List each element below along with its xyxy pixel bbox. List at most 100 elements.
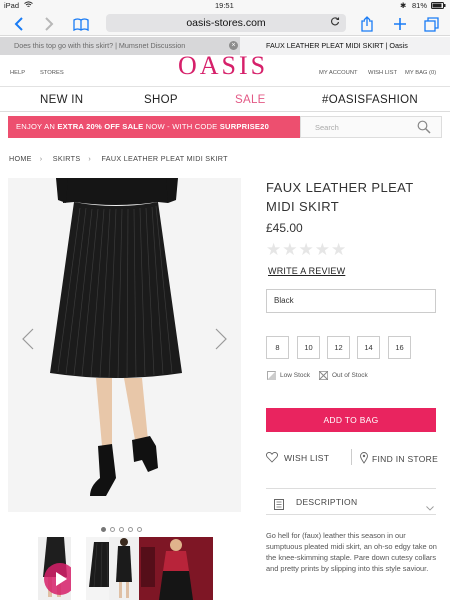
- wishlist-header-link[interactable]: WISH LIST: [368, 63, 397, 76]
- bag-label: MY BAG (0): [405, 70, 437, 76]
- star-icon: ★: [298, 240, 315, 259]
- tab-oasis[interactable]: FAUX LEATHER PLEAT MIDI SKIRT | Oasis: [240, 37, 450, 55]
- logo[interactable]: OASIS: [178, 51, 268, 81]
- device-label: iPad: [4, 1, 20, 10]
- size-option-8[interactable]: 8: [266, 336, 289, 359]
- nav-sale[interactable]: SALE: [235, 94, 266, 106]
- product-title: FAUX LEATHER PLEAT MIDI SKIRT: [266, 180, 414, 214]
- description-accordion[interactable]: DESCRIPTION: [266, 488, 436, 515]
- promo-code: SURPRISE20: [219, 122, 270, 131]
- share-icon[interactable]: [358, 15, 376, 33]
- description-label: DESCRIPTION: [296, 497, 358, 507]
- clock: 19:51: [215, 1, 234, 10]
- bookmarks-icon[interactable]: [72, 15, 90, 33]
- star-icon: ★: [314, 240, 331, 259]
- colour-select[interactable]: Black: [266, 289, 436, 313]
- prev-image-icon[interactable]: [22, 328, 34, 356]
- pagination-dot[interactable]: [110, 527, 115, 532]
- site-header: HELP STORES OASIS MY ACCOUNT WISH LIST M…: [0, 51, 450, 87]
- description-icon: [274, 497, 284, 515]
- bluetooth-icon: ✱: [400, 1, 407, 10]
- star-icon: ★: [282, 240, 299, 259]
- chevron-down-icon: [426, 498, 434, 516]
- breadcrumb-home[interactable]: HOME: [9, 154, 32, 163]
- close-tab-icon[interactable]: ×: [229, 41, 238, 50]
- new-tab-icon[interactable]: [391, 15, 409, 33]
- description-text: Go hell for (faux) leather this season i…: [266, 531, 437, 573]
- location-pin-icon: [360, 452, 368, 466]
- add-to-bag-button[interactable]: ADD TO BAG: [266, 408, 436, 432]
- rating-stars: ★★★★★: [266, 240, 347, 260]
- reload-icon[interactable]: [330, 14, 340, 32]
- pagination-dot[interactable]: [128, 527, 133, 532]
- skirt-model-image: [8, 178, 241, 512]
- help-link[interactable]: HELP: [10, 63, 25, 76]
- gallery-pagination: [101, 519, 146, 537]
- pagination-dot[interactable]: [137, 527, 142, 532]
- promo-banner[interactable]: ENJOY AN EXTRA 20% OFF SALE NOW - WITH C…: [8, 116, 300, 138]
- write-review-link[interactable]: WRITE A REVIEW: [268, 266, 345, 276]
- thumbnail-strip: [38, 537, 213, 600]
- pagination-dot[interactable]: [101, 527, 106, 532]
- star-icon: ★: [266, 240, 283, 259]
- search-field[interactable]: Search: [300, 116, 442, 138]
- thumbnail[interactable]: [109, 537, 139, 600]
- promo-prefix: ENJOY AN: [16, 122, 58, 131]
- search-placeholder: Search: [315, 123, 339, 132]
- next-image-icon[interactable]: [215, 328, 227, 356]
- low-stock-legend: Low Stock: [267, 371, 310, 380]
- wishlist-header-label: WISH LIST: [368, 70, 397, 76]
- url-text: oasis-stores.com: [186, 17, 266, 29]
- wishlist-button[interactable]: WISH LIST: [265, 452, 330, 465]
- back-icon[interactable]: [10, 15, 28, 33]
- browser-toolbar: oasis-stores.com: [0, 12, 450, 36]
- size-option-10[interactable]: 10: [297, 336, 320, 359]
- nav-new-in[interactable]: NEW IN: [40, 94, 83, 106]
- help-label: HELP: [10, 70, 26, 76]
- help-icon: [13, 63, 23, 69]
- status-bar: iPad 19:51 ✱ 81%: [0, 0, 450, 12]
- forward-icon[interactable]: [40, 15, 58, 33]
- product-price: £45.00: [266, 221, 303, 235]
- bag-link[interactable]: MY BAG (0): [405, 63, 436, 76]
- account-label: MY ACCOUNT: [319, 70, 358, 76]
- bag-icon: [416, 63, 426, 69]
- divider: [351, 449, 352, 465]
- find-in-store-button[interactable]: FIND IN STORE: [360, 452, 438, 466]
- size-option-12[interactable]: 12: [327, 336, 350, 359]
- size-option-16[interactable]: 16: [388, 336, 411, 359]
- nav-oasisfashion[interactable]: #OASISFASHION: [322, 94, 418, 106]
- breadcrumb-separator-icon: ›: [39, 154, 43, 163]
- low-stock-label: Low Stock: [280, 372, 310, 380]
- stores-icon: [47, 63, 57, 69]
- product-image[interactable]: [8, 178, 241, 512]
- address-bar[interactable]: oasis-stores.com: [106, 14, 346, 32]
- account-link[interactable]: MY ACCOUNT: [319, 63, 358, 76]
- tabs-overview-icon[interactable]: [422, 15, 440, 33]
- stores-link[interactable]: STORES: [40, 63, 64, 76]
- promo-middle: NOW - WITH CODE: [143, 122, 220, 131]
- pagination-dot[interactable]: [119, 527, 124, 532]
- breadcrumb-separator-icon: ›: [88, 154, 92, 163]
- out-of-stock-label: Out of Stock: [332, 372, 368, 380]
- stores-label: STORES: [40, 70, 64, 76]
- out-of-stock-legend: Out of Stock: [319, 371, 368, 380]
- page: iPad 19:51 ✱ 81% oasis-stores.com Does t…: [0, 0, 450, 600]
- heart-icon: [378, 63, 388, 69]
- find-in-store-label: FIND IN STORE: [372, 454, 439, 464]
- colour-value: Black: [274, 296, 294, 305]
- battery-icon: [431, 2, 446, 11]
- breadcrumb-skirts[interactable]: SKIRTS: [53, 154, 81, 163]
- out-of-stock-icon: [319, 371, 328, 380]
- size-option-14[interactable]: 14: [357, 336, 380, 359]
- account-icon: [333, 63, 343, 69]
- thumbnail[interactable]: [139, 537, 213, 600]
- wishlist-label: WISH LIST: [284, 453, 330, 463]
- star-icon: ★: [331, 240, 348, 259]
- battery-percent: 81%: [412, 1, 428, 10]
- thumbnail[interactable]: [38, 537, 71, 600]
- main-nav: NEW IN SHOP SALE #OASISFASHION: [0, 88, 450, 112]
- nav-shop[interactable]: SHOP: [144, 94, 178, 106]
- search-icon[interactable]: [417, 120, 431, 139]
- promo-highlight: EXTRA 20% OFF SALE: [57, 122, 144, 131]
